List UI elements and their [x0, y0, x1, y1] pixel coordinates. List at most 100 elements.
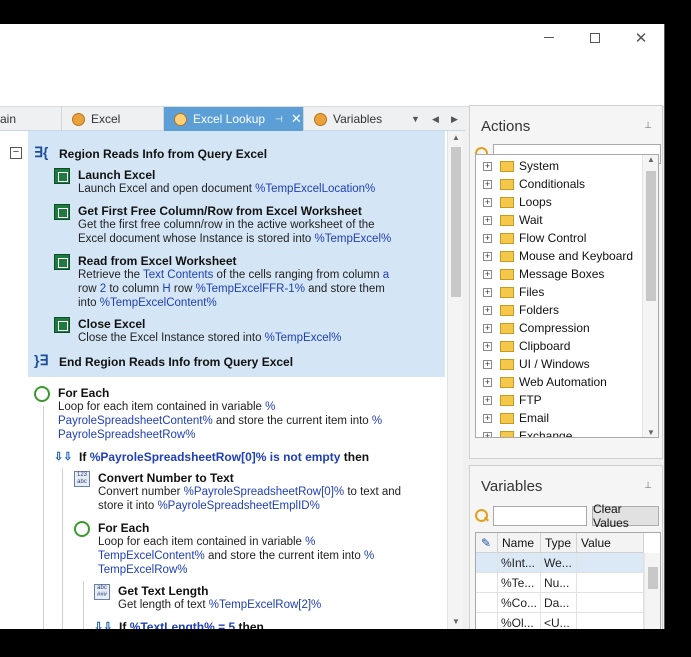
- grid-scrollbar[interactable]: [644, 553, 660, 629]
- close-tab-icon[interactable]: ✕: [291, 111, 302, 127]
- editor-scrollbar[interactable]: ▲ ▼: [447, 131, 463, 629]
- actions-category-label: Conditionals: [519, 177, 586, 191]
- minimize-button[interactable]: [526, 24, 572, 51]
- tab-scroll-left-icon[interactable]: ◀: [432, 107, 439, 131]
- variable-type-cell[interactable]: Da...: [541, 593, 577, 613]
- region-start[interactable]: Region Reads Info from Query Excel: [59, 147, 267, 161]
- variable-ref: %TempExcelFFR-1%: [195, 283, 305, 295]
- column-header-type[interactable]: Type: [541, 533, 577, 553]
- expand-icon[interactable]: +: [483, 287, 492, 297]
- row-selector[interactable]: [476, 553, 498, 573]
- maximize-button[interactable]: [572, 24, 618, 51]
- actions-category-item[interactable]: + Mouse and Keyboard: [476, 247, 633, 265]
- scroll-thumb[interactable]: [646, 171, 656, 301]
- variable-name-cell[interactable]: %Int...: [498, 553, 541, 573]
- actions-category-item[interactable]: + System: [476, 157, 559, 175]
- variable-value-cell[interactable]: [577, 573, 644, 593]
- variable-name-cell[interactable]: %Co...: [498, 593, 541, 613]
- expand-icon[interactable]: +: [483, 323, 492, 333]
- action-read-excel[interactable]: Read from Excel Worksheet Retrieve the T…: [78, 254, 389, 310]
- expand-icon[interactable]: +: [483, 341, 492, 351]
- tab-main[interactable]: ain: [0, 107, 62, 131]
- column-header-value[interactable]: Value: [577, 533, 644, 553]
- variables-search-input[interactable]: [493, 506, 587, 526]
- actions-category-item[interactable]: + Wait: [476, 211, 543, 229]
- actions-category-label: Compression: [519, 321, 590, 335]
- pin-icon[interactable]: ⊥: [644, 480, 652, 491]
- tab-scroll-right-icon[interactable]: ▶: [451, 107, 458, 131]
- scroll-up-icon[interactable]: ▲: [448, 131, 464, 145]
- action-if-2[interactable]: If %TextLength% = 5 then: [119, 620, 264, 629]
- region-start-icon: ∃{: [34, 144, 49, 160]
- variable-value-cell[interactable]: [577, 613, 644, 629]
- variables-search: [475, 506, 587, 526]
- expand-icon[interactable]: +: [483, 215, 492, 225]
- scroll-thumb[interactable]: [648, 567, 658, 589]
- action-for-each[interactable]: For Each Loop for each item contained in…: [58, 386, 382, 442]
- region-end[interactable]: End Region Reads Info from Query Excel: [59, 355, 293, 369]
- variable-name-cell[interactable]: %Te...: [498, 573, 541, 593]
- tab-dropdown-icon[interactable]: ▼: [411, 107, 420, 131]
- tab-variables[interactable]: Variables: [304, 107, 404, 131]
- collapse-toggle[interactable]: −: [10, 147, 22, 159]
- tab-excel-lookup[interactable]: Excel Lookup ⊣ ✕: [164, 107, 304, 131]
- action-launch-excel[interactable]: Launch Excel Launch Excel and open docum…: [78, 168, 375, 196]
- variable-type-cell[interactable]: <U...: [541, 613, 577, 629]
- expand-icon[interactable]: +: [483, 305, 492, 315]
- action-for-each-2[interactable]: For Each Loop for each item contained in…: [98, 521, 374, 577]
- actions-category-item[interactable]: + Clipboard: [476, 337, 570, 355]
- expand-icon[interactable]: +: [483, 413, 492, 423]
- variable-value-cell[interactable]: [577, 593, 644, 613]
- action-close-excel[interactable]: Close Excel Close the Excel Instance sto…: [78, 317, 341, 345]
- expand-icon[interactable]: +: [483, 431, 492, 437]
- expand-icon[interactable]: +: [483, 395, 492, 405]
- row-selector[interactable]: [476, 593, 498, 613]
- scroll-up-icon[interactable]: ▲: [643, 155, 658, 164]
- expand-icon[interactable]: +: [483, 233, 492, 243]
- tree-scrollbar[interactable]: ▲ ▼: [642, 155, 658, 437]
- tab-excel[interactable]: Excel: [62, 107, 164, 131]
- variable-value-cell[interactable]: [577, 553, 644, 573]
- expand-icon[interactable]: +: [483, 269, 492, 279]
- actions-category-item[interactable]: + Message Boxes: [476, 265, 604, 283]
- scroll-thumb[interactable]: [451, 147, 461, 297]
- variable-type-cell[interactable]: Nu...: [541, 573, 577, 593]
- row-selector[interactable]: [476, 573, 498, 593]
- actions-category-item[interactable]: + Compression: [476, 319, 590, 337]
- clear-values-button[interactable]: Clear Values: [592, 502, 659, 530]
- text: row: [173, 283, 193, 295]
- action-get-free-row[interactable]: Get First Free Column/Row from Excel Wor…: [78, 204, 391, 246]
- close-window-button[interactable]: ✕: [618, 24, 664, 51]
- if-icon: ⇩⇩: [54, 451, 73, 463]
- pin-icon[interactable]: ⊣: [275, 114, 283, 125]
- actions-category-item[interactable]: + Folders: [476, 301, 559, 319]
- actions-category-item[interactable]: + Conditionals: [476, 175, 585, 193]
- action-convert-number[interactable]: Convert Number to Text Convert number %P…: [98, 471, 401, 513]
- scroll-down-icon[interactable]: ▼: [448, 615, 464, 629]
- actions-category-item[interactable]: + Exchange: [476, 427, 572, 437]
- actions-category-item[interactable]: + Flow Control: [476, 229, 586, 247]
- actions-category-item[interactable]: + Files: [476, 283, 544, 301]
- expand-icon[interactable]: +: [483, 161, 492, 171]
- actions-category-item[interactable]: + Web Automation: [476, 373, 607, 391]
- action-get-text-length[interactable]: Get Text Length Get length of text %Temp…: [118, 584, 321, 612]
- actions-category-item[interactable]: + Loops: [476, 193, 552, 211]
- expand-icon[interactable]: +: [483, 197, 492, 207]
- actions-category-item[interactable]: + FTP: [476, 391, 542, 409]
- variable-name-cell[interactable]: %Ol...: [498, 613, 541, 629]
- expand-icon[interactable]: +: [483, 359, 492, 369]
- expand-icon[interactable]: +: [483, 251, 492, 261]
- actions-category-label: Web Automation: [519, 375, 607, 389]
- expand-icon[interactable]: +: [483, 377, 492, 387]
- expand-icon[interactable]: +: [483, 179, 492, 189]
- action-if[interactable]: If %PayroleSpreadsheetRow[0]% is not emp…: [79, 450, 369, 464]
- pin-column-header[interactable]: ✎: [476, 533, 498, 553]
- actions-category-item[interactable]: + Email: [476, 409, 549, 427]
- variable-type-cell[interactable]: We...: [541, 553, 577, 573]
- actions-category-item[interactable]: + UI / Windows: [476, 355, 590, 373]
- pin-icon[interactable]: ⊥: [644, 120, 652, 131]
- row-selector[interactable]: [476, 613, 498, 629]
- scroll-down-icon[interactable]: ▼: [643, 428, 658, 437]
- action-desc: Excel document whose Instance is stored …: [78, 233, 312, 245]
- column-header-name[interactable]: Name: [498, 533, 541, 553]
